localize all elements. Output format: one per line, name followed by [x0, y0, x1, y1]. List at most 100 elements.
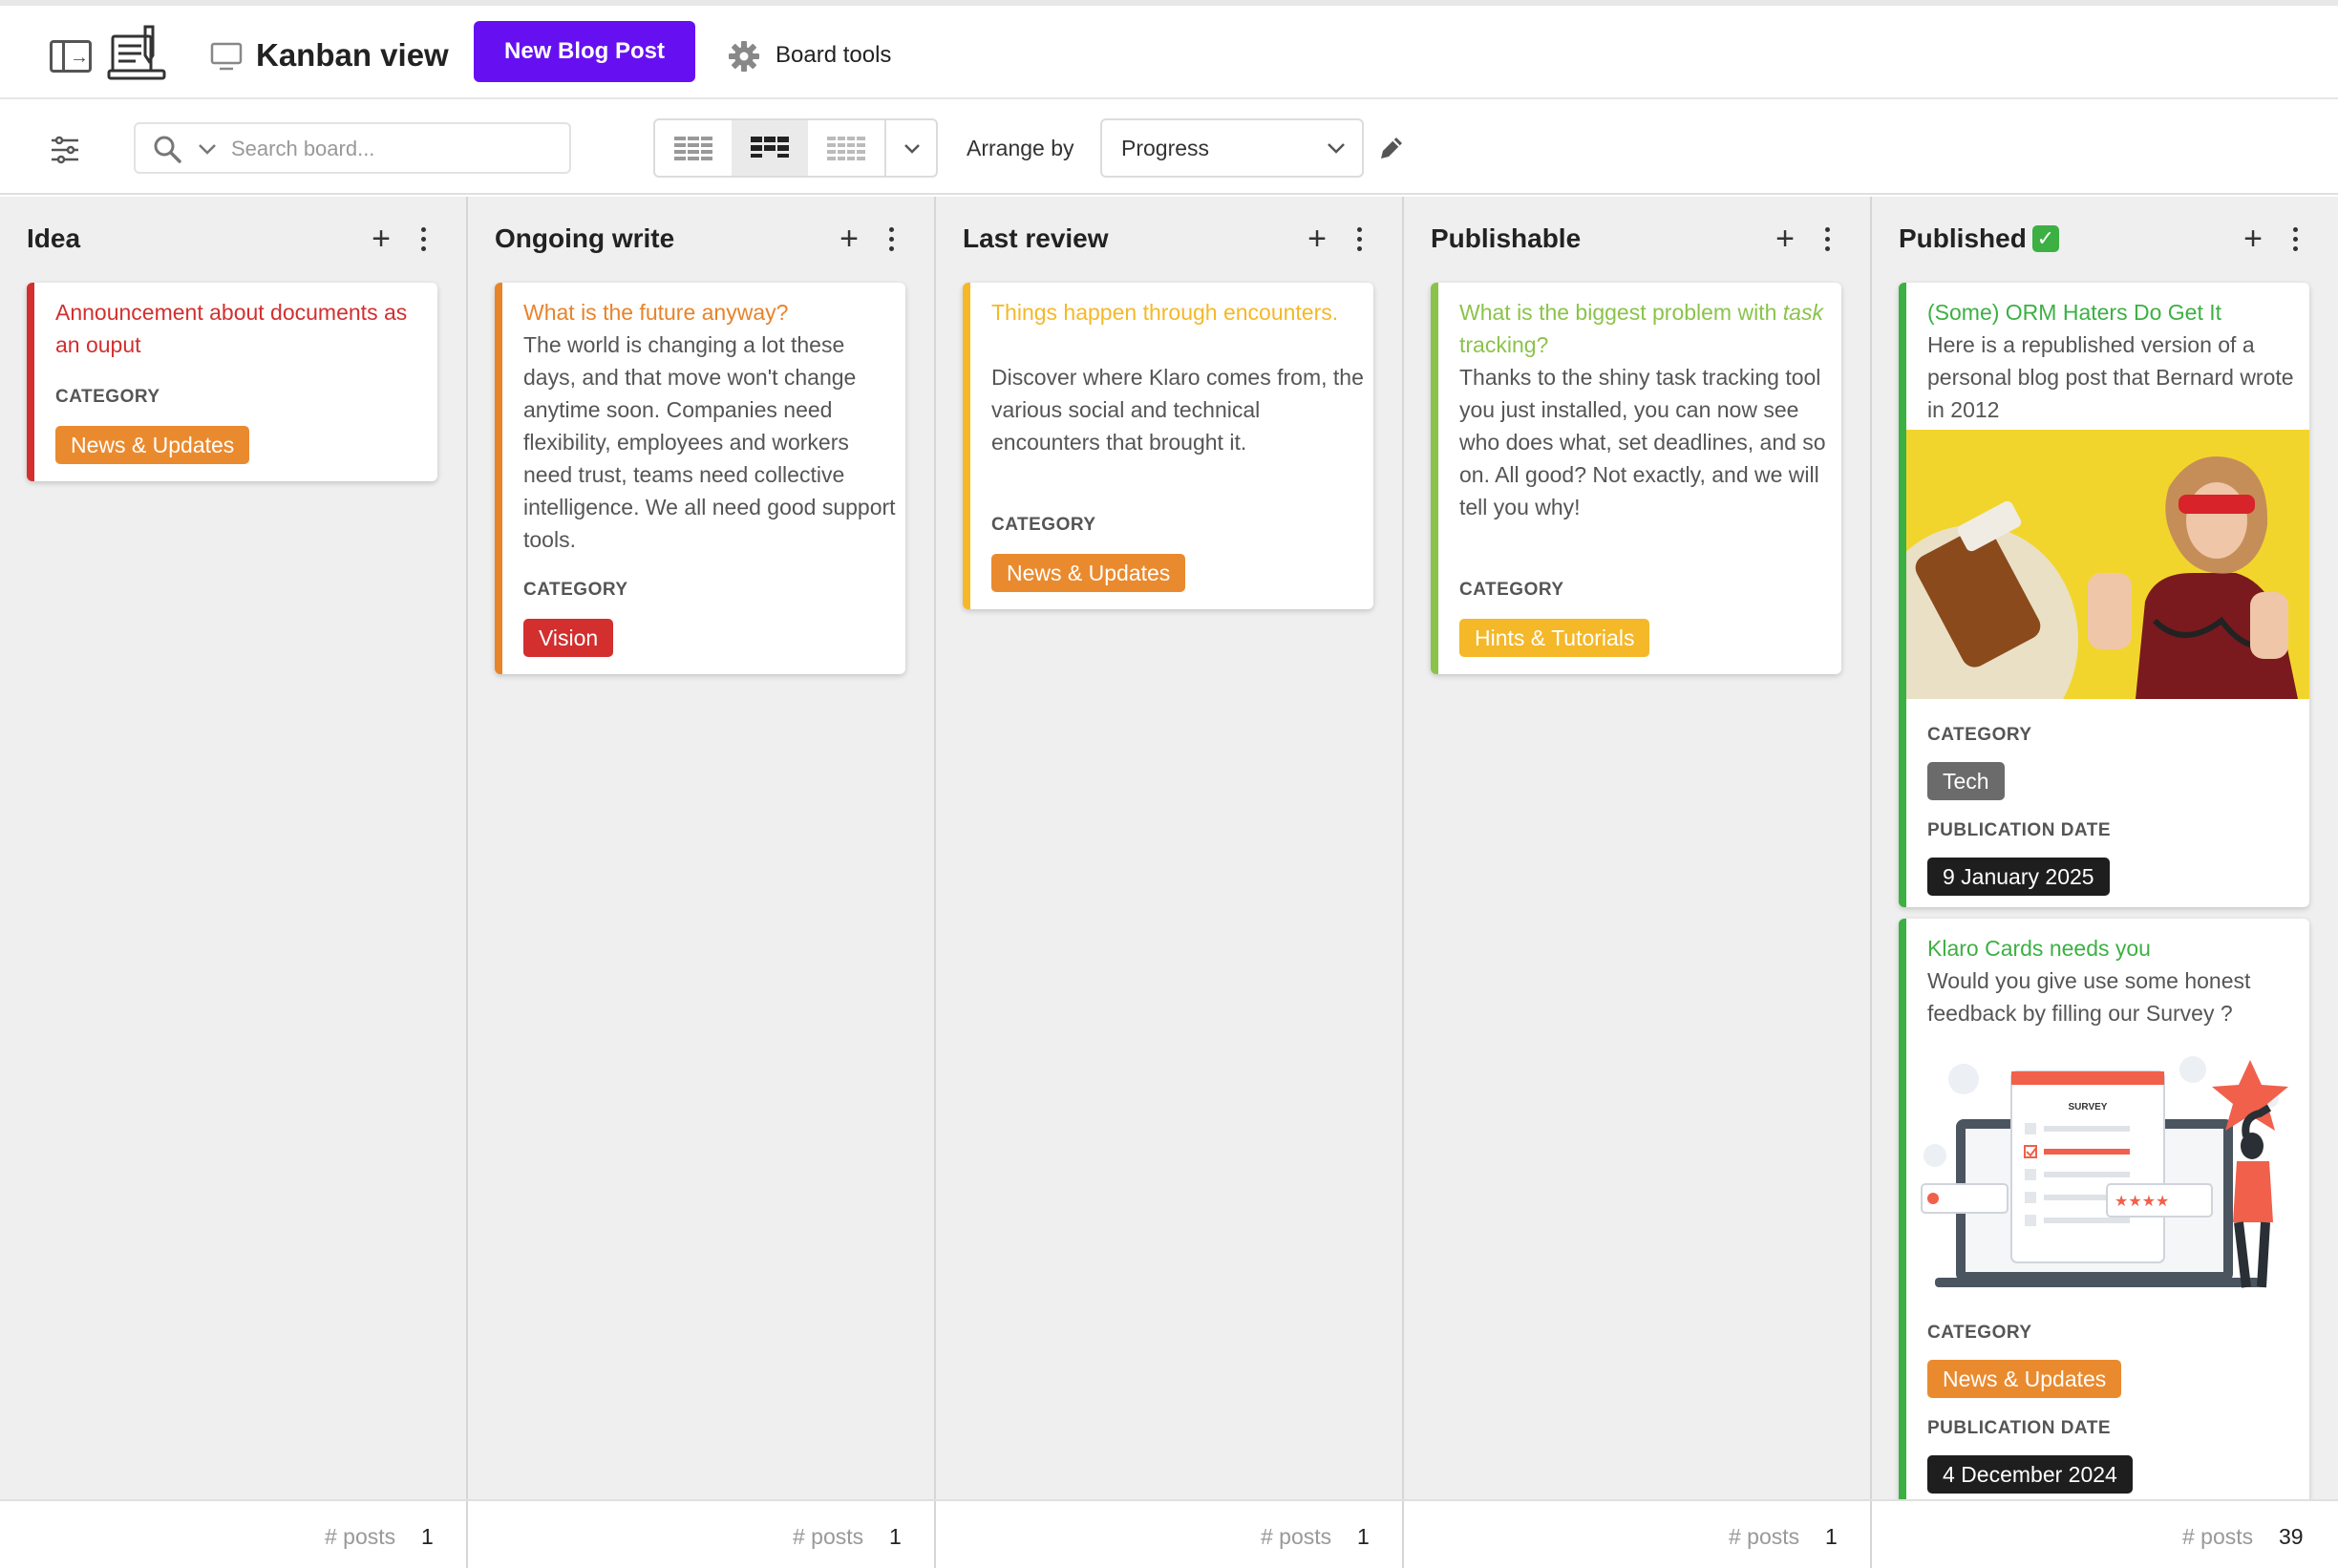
posts-count-label: # posts — [2182, 1524, 2254, 1549]
grid-layout-icon — [827, 135, 865, 161]
column-title-text: Published — [1899, 223, 2027, 253]
search-icon — [154, 136, 181, 163]
filter-icon[interactable] — [50, 136, 80, 164]
card-description: Would you give use some honest feedback … — [1927, 968, 2251, 1026]
card-title-prefix: What is the biggest problem with — [1459, 300, 1783, 325]
posts-count-label: # posts — [325, 1524, 396, 1549]
column-last-review: Last review + Things happen through enco… — [936, 197, 1402, 1499]
survey-illustration: SURVEY ★★★★ — [1906, 1041, 2309, 1299]
card-description: Here is a republished version of a perso… — [1927, 332, 2294, 422]
check-icon: ✓ — [2031, 225, 2059, 252]
column-publishable: Publishable + What is the biggest proble… — [1404, 197, 1870, 1499]
column-title: Publishable — [1431, 223, 1582, 253]
new-blog-post-button[interactable]: New Blog Post — [474, 21, 695, 82]
search-box — [134, 122, 571, 174]
more-vertical-icon[interactable] — [1352, 225, 1366, 254]
field-label: CATEGORY — [991, 515, 1096, 535]
category-tag: Hints & Tutorials — [1459, 619, 1650, 657]
kanban-card[interactable]: What is the biggest problem with task tr… — [1431, 283, 1841, 674]
card-title[interactable]: What is the future anyway? — [523, 296, 896, 328]
field-label: CATEGORY — [1927, 1323, 2032, 1343]
arrange-by-value: Progress — [1121, 136, 1210, 160]
field-label: CATEGORY — [55, 387, 160, 407]
more-vertical-icon[interactable] — [1820, 225, 1834, 254]
plus-icon[interactable]: + — [2239, 222, 2267, 256]
card-title[interactable]: (Some) ORM Haters Do Get It — [1927, 296, 2300, 328]
column-divider — [934, 1501, 936, 1568]
column-ongoing-write: Ongoing write + What is the future anywa… — [468, 197, 934, 1499]
column-published: Published ✓ + (Some) ORM Haters Do Get It… — [1872, 197, 2338, 1499]
chevron-down-icon — [1328, 143, 1345, 154]
date-tag: 4 December 2024 — [1927, 1455, 2133, 1494]
plus-icon[interactable]: + — [1771, 222, 1799, 256]
column-title: Last review — [963, 223, 1109, 253]
kanban-layout-icon — [751, 135, 789, 158]
category-tag: Vision — [523, 619, 614, 657]
card-description: Discover where Klaro comes from, the var… — [991, 365, 1364, 455]
card-description: The world is changing a lot these days, … — [523, 332, 896, 552]
app-header: → Kanban view New Blog Post Board tools — [0, 6, 2338, 99]
plus-icon[interactable]: + — [1303, 222, 1331, 256]
board-footer: # posts 1 # posts 1 # posts 1 # posts 1 … — [0, 1499, 2338, 1568]
kanban-card[interactable]: Announcement about documents as an ouput… — [27, 283, 437, 481]
layout-options-chevron[interactable] — [884, 120, 936, 176]
gear-icon[interactable] — [728, 40, 760, 73]
column-title: Ongoing write — [495, 223, 675, 253]
field-label: CATEGORY — [1459, 580, 1564, 600]
posts-count-label: # posts — [1261, 1524, 1332, 1549]
category-tag: Tech — [1927, 762, 2005, 800]
arrange-by-select[interactable]: Progress — [1100, 118, 1364, 178]
column-title: Published ✓ — [1899, 222, 2059, 256]
more-vertical-icon[interactable] — [2288, 225, 2302, 254]
search-input[interactable] — [231, 134, 556, 164]
list-layout-icon — [674, 135, 712, 161]
grid-layout-button[interactable] — [808, 120, 884, 176]
chevron-down-icon[interactable] — [197, 138, 218, 159]
board-view-icon — [210, 42, 243, 71]
sidebar-toggle-icon[interactable]: → — [50, 40, 92, 73]
posts-count: 1 — [421, 1524, 434, 1549]
column-divider — [466, 1501, 468, 1568]
category-tag: News & Updates — [991, 554, 1186, 592]
field-label: PUBLICATION DATE — [1927, 1418, 2112, 1438]
posts-count: 1 — [1825, 1524, 1838, 1549]
field-label: PUBLICATION DATE — [1927, 820, 2112, 840]
kanban-board: Idea + Announcement about documents as a… — [0, 197, 2338, 1566]
card-title[interactable]: What is the biggest problem with task tr… — [1459, 296, 1832, 361]
card-title[interactable]: Announcement about documents as an ouput — [55, 296, 428, 361]
card-title-emphasis: task — [1782, 300, 1823, 325]
layout-switcher — [653, 118, 938, 178]
date-tag: 9 January 2025 — [1927, 858, 2110, 896]
column-title: Idea — [27, 223, 81, 253]
plus-icon[interactable]: + — [835, 222, 863, 256]
category-tag: News & Updates — [55, 426, 250, 464]
card-title-suffix: tracking? — [1459, 332, 1549, 357]
kanban-layout-button[interactable] — [732, 120, 808, 176]
category-tag: News & Updates — [1927, 1360, 2122, 1398]
column-divider — [1402, 1501, 1404, 1568]
field-label: CATEGORY — [1927, 725, 2032, 745]
kanban-card[interactable]: Klaro Cards needs you Would you give use… — [1899, 919, 2309, 1499]
column-divider — [1870, 1501, 1872, 1568]
kanban-card[interactable]: What is the future anyway? The world is … — [495, 283, 905, 674]
card-title[interactable]: Things happen through encounters. — [991, 296, 1364, 328]
arrange-by-label: Arrange by — [967, 136, 1074, 160]
posts-count: 1 — [889, 1524, 902, 1549]
posts-count: 1 — [1357, 1524, 1370, 1549]
card-title[interactable]: Klaro Cards needs you — [1927, 932, 2300, 964]
posts-count-label: # posts — [1729, 1524, 1800, 1549]
svg-text:★★★★: ★★★★ — [2115, 1192, 2169, 1210]
more-vertical-icon[interactable] — [884, 225, 898, 254]
plus-icon[interactable]: + — [367, 222, 395, 256]
list-layout-button[interactable] — [655, 120, 732, 176]
kanban-card[interactable]: (Some) ORM Haters Do Get It Here is a re… — [1899, 283, 2309, 907]
board-tools-button[interactable]: Board tools — [776, 38, 891, 73]
posts-count: 39 — [2279, 1524, 2304, 1549]
column-idea: Idea + Announcement about documents as a… — [0, 197, 466, 1499]
kanban-card[interactable]: Things happen through encounters. Discov… — [963, 283, 1373, 609]
board-toolbar: Arrange by Progress — [0, 99, 2338, 195]
board-title: Kanban view — [256, 37, 449, 73]
posts-count-label: # posts — [793, 1524, 864, 1549]
pencil-icon[interactable] — [1377, 134, 1406, 162]
more-vertical-icon[interactable] — [416, 225, 430, 254]
